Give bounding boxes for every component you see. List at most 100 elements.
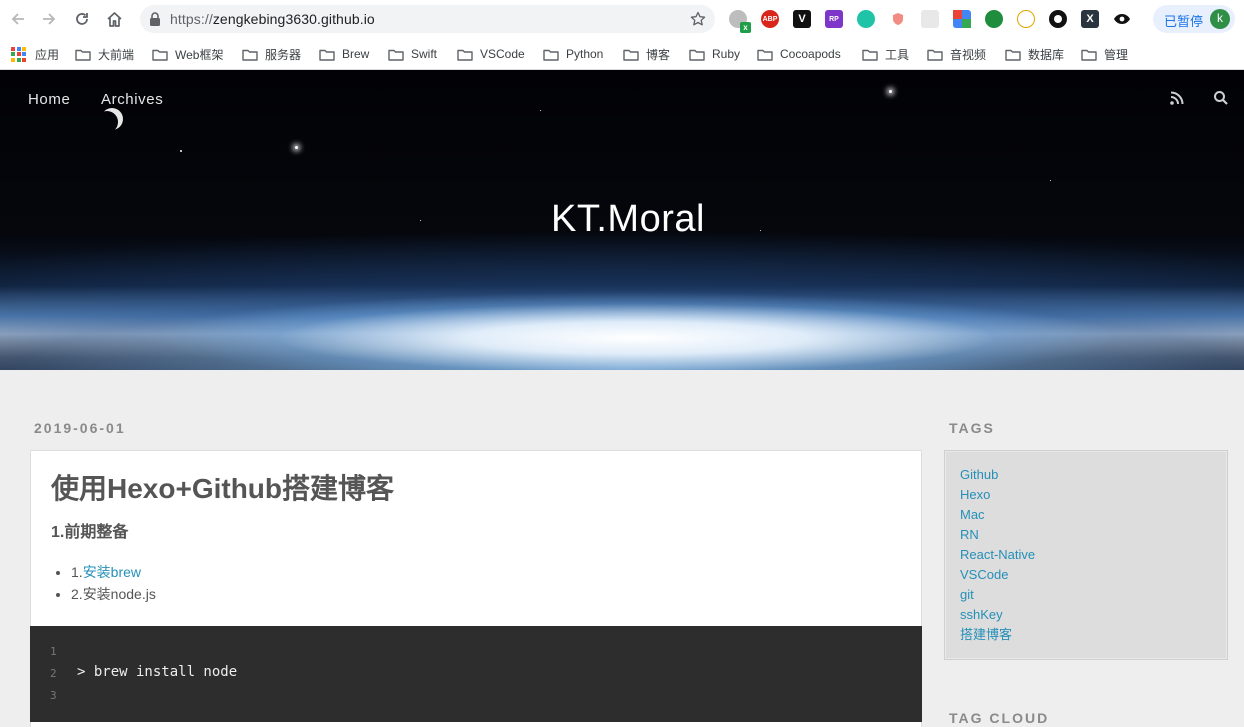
bookmark-folder[interactable]: Web框架 — [152, 43, 223, 65]
star-decoration — [889, 90, 892, 93]
bookmark-folder[interactable]: 博客 — [623, 43, 670, 65]
code-line: 3 — [30, 685, 922, 707]
line-number: 3 — [50, 689, 57, 702]
bookmark-label: Cocoapods — [780, 47, 841, 61]
avatar: k — [1210, 9, 1230, 29]
profile-button[interactable]: 已暂停 k — [1153, 5, 1235, 33]
circle-icon[interactable] — [1049, 10, 1067, 28]
bookmark-folder[interactable]: 大前端 — [75, 43, 134, 65]
bookmark-star-icon[interactable] — [690, 11, 706, 27]
star-decoration — [180, 150, 182, 152]
teal-circle-icon[interactable] — [857, 10, 875, 28]
bookmark-apps[interactable]: 应用 — [11, 43, 59, 65]
bookmark-folder[interactable]: Python — [543, 43, 603, 65]
bookmark-folder[interactable]: Swift — [388, 43, 437, 65]
tag-link[interactable]: git — [960, 587, 974, 602]
bookmark-label: Brew — [342, 47, 370, 61]
post-title[interactable]: 使用Hexo+Github搭建博客 — [51, 467, 394, 507]
line-number: 1 — [50, 645, 57, 658]
tags-widget: Github Hexo Mac RN React-Native VSCode git sshK… — [944, 450, 1228, 660]
adblock-plus-icon[interactable]: ABP — [761, 10, 779, 28]
star-decoration — [540, 110, 541, 111]
bookmark-label: 大前端 — [98, 47, 135, 62]
folder-icon — [152, 49, 168, 61]
tag-item: RN — [960, 525, 1035, 545]
tag-item: 搭建博客 — [960, 625, 1035, 645]
star-decoration — [295, 146, 298, 149]
tag-link[interactable]: 搭建博客 — [960, 627, 1012, 642]
home-icon — [106, 11, 122, 27]
tag-link[interactable]: Hexo — [960, 487, 990, 502]
tag-item: git — [960, 585, 1035, 605]
bookmark-folder[interactable]: 音视频 — [927, 43, 986, 65]
folder-icon — [543, 49, 559, 61]
nav-archives-link[interactable]: Archives — [101, 91, 163, 108]
site-title[interactable]: KT.Moral — [0, 198, 1244, 241]
forward-button[interactable] — [38, 8, 60, 30]
address-bar[interactable]: https://zengkebing3630.github.io — [140, 5, 715, 33]
star-decoration — [1050, 180, 1051, 181]
tag-link[interactable]: sshKey — [960, 607, 1003, 622]
shield-icon[interactable] — [889, 10, 907, 28]
bookmark-label: 应用 — [35, 47, 60, 62]
bookmark-folder[interactable]: 数据库 — [1005, 43, 1064, 65]
bookmark-label: Swift — [411, 47, 438, 61]
bookmark-label: 音视频 — [950, 47, 987, 62]
tag-item: Github — [960, 465, 1035, 485]
x-box-icon[interactable]: X — [1081, 10, 1099, 28]
folder-icon — [319, 49, 335, 61]
bookmark-label: 管理 — [1104, 47, 1129, 62]
folder-icon — [242, 49, 258, 61]
green-search-icon[interactable] — [985, 10, 1003, 28]
extension-x-icon[interactable]: x — [729, 10, 751, 33]
bookmark-label: 博客 — [646, 47, 671, 62]
bookmark-label: 工具 — [885, 47, 910, 62]
tag-cloud-heading: TAG CLOUD — [949, 710, 1050, 726]
folder-icon — [689, 49, 705, 61]
moon-decoration — [101, 108, 123, 130]
grid-extension-icon[interactable] — [921, 10, 939, 28]
tag-link[interactable]: Github — [960, 467, 998, 482]
home-button[interactable] — [103, 8, 125, 30]
bookmark-folder[interactable]: 服务器 — [242, 43, 301, 65]
back-button[interactable] — [7, 8, 29, 30]
tag-item: React-Native — [960, 545, 1035, 565]
bookmark-label: 服务器 — [265, 47, 302, 62]
rss-icon[interactable] — [1169, 90, 1185, 106]
eye-icon[interactable] — [1113, 10, 1131, 28]
reload-button[interactable] — [71, 8, 93, 30]
bookmark-label: 数据库 — [1028, 47, 1065, 62]
bookmark-folder[interactable]: VSCode — [457, 43, 525, 65]
rp-icon[interactable]: RP — [825, 10, 843, 28]
reload-icon — [76, 13, 88, 25]
tag-item: sshKey — [960, 605, 1035, 625]
bookmark-folder[interactable]: 管理 — [1081, 43, 1128, 65]
bookmark-folder[interactable]: Cocoapods — [757, 43, 841, 65]
tag-link[interactable]: VSCode — [960, 567, 1008, 582]
code-text: > brew install node — [77, 664, 238, 680]
install-brew-link[interactable]: 安装brew — [83, 564, 141, 580]
search-icon[interactable] — [1213, 90, 1229, 106]
folder-icon — [1081, 49, 1097, 61]
google-translate-icon[interactable] — [953, 10, 971, 28]
bookmark-label: VSCode — [480, 47, 525, 61]
tree-icon[interactable] — [1017, 10, 1035, 28]
folder-icon — [388, 49, 404, 61]
vimium-icon[interactable]: V — [793, 10, 811, 28]
arrow-right-icon — [43, 13, 56, 25]
bookmark-folder[interactable]: Ruby — [689, 43, 740, 65]
folder-icon — [862, 49, 878, 61]
profile-status-label: 已暂停 — [1164, 14, 1204, 29]
tag-link[interactable]: RN — [960, 527, 979, 542]
bookmark-folder[interactable]: 工具 — [862, 43, 909, 65]
bookmark-label: Python — [566, 47, 604, 61]
arrow-left-icon — [11, 13, 24, 25]
list-item: 2.安装node.js — [71, 583, 156, 605]
nav-home-link[interactable]: Home — [28, 91, 70, 108]
bookmark-label: Web框架 — [175, 47, 224, 62]
bookmark-folder[interactable]: Brew — [319, 43, 369, 65]
code-line: 2 > brew install node — [30, 663, 922, 685]
tag-link[interactable]: React-Native — [960, 547, 1035, 562]
post-date[interactable]: 2019-06-01 — [34, 420, 126, 436]
tag-link[interactable]: Mac — [960, 507, 985, 522]
